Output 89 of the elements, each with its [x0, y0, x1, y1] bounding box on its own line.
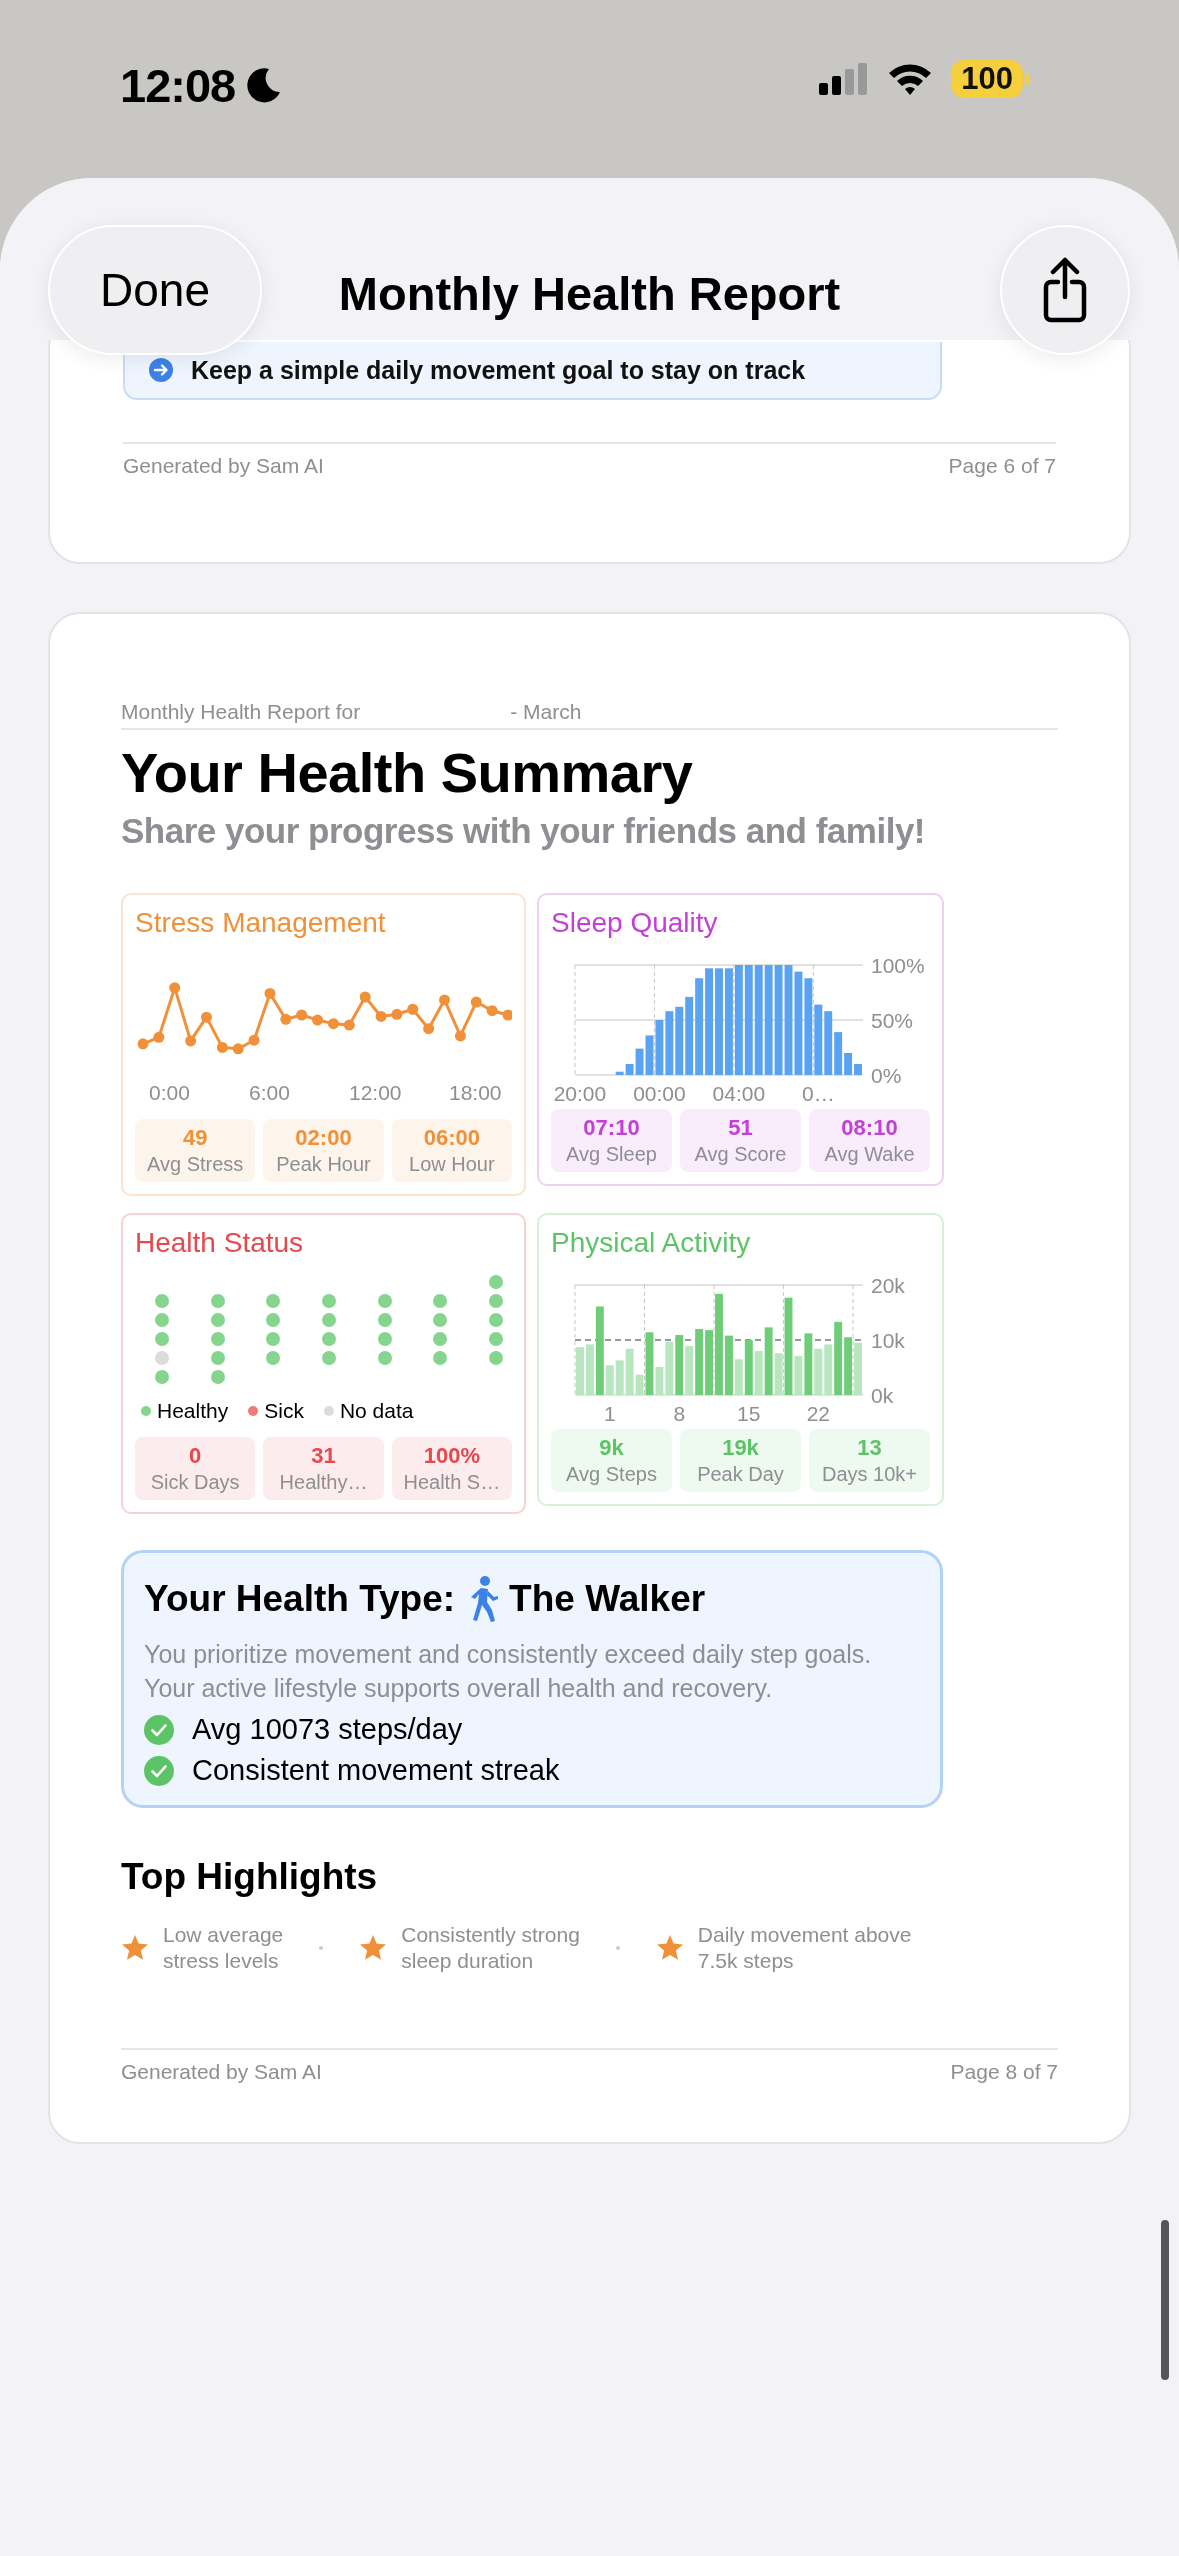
legend-label: No data	[339, 1399, 414, 1423]
axis-label: 50%	[871, 1009, 914, 1032]
stat-label: Avg Wake	[824, 1143, 915, 1166]
clock-time: 12:08	[120, 57, 236, 113]
card-title: Sleep Quality	[551, 907, 718, 939]
stat-label: Avg Steps	[566, 1463, 657, 1486]
summary-title: Your Health Summary	[121, 740, 694, 805]
axis-label: 00:00	[633, 1082, 686, 1105]
sheet-title: Monthly Health Report	[338, 266, 841, 321]
axis-label: 6:00	[249, 1081, 291, 1105]
stat-value: 19k	[722, 1435, 759, 1461]
stat-label: Healthy…	[279, 1471, 368, 1494]
axis-label: 0…	[801, 1082, 835, 1105]
stat-label: Sick Days	[150, 1471, 240, 1494]
star-icon	[359, 1934, 388, 1962]
axis-label: 0:00	[149, 1081, 191, 1105]
highlights-title: Top Highlights	[121, 1856, 379, 1898]
stat-value: 13	[857, 1435, 882, 1461]
separator-dot	[319, 1946, 324, 1950]
stat-value: 08:10	[841, 1115, 898, 1141]
chart-bar	[665, 1011, 674, 1075]
page-number: Page 8 of 7	[950, 2060, 1058, 2084]
stat-label: Avg Score	[694, 1143, 787, 1166]
stat-value: 02:00	[295, 1125, 352, 1151]
stat-label: Days 10k+	[821, 1463, 918, 1486]
card-title: Health Status	[135, 1227, 304, 1259]
legend-label: Healthy	[157, 1399, 229, 1423]
health-point: Consistent movement streak	[192, 1754, 560, 1787]
chart-bar	[814, 1004, 823, 1075]
stat-label: Peak Day	[697, 1463, 784, 1486]
card-title: Physical Activity	[551, 1227, 751, 1259]
star-icon	[121, 1934, 149, 1962]
separator-dot	[615, 1946, 620, 1950]
stat-value: 9k	[599, 1435, 624, 1461]
axis-label: 18:00	[449, 1081, 503, 1105]
axis-label: 0k	[871, 1384, 894, 1407]
chart-bar	[695, 1329, 704, 1395]
axis-label: 15	[737, 1402, 761, 1425]
report-subject: Monthly Health Report for	[121, 700, 361, 724]
summary-subtitle: Share your progress with your friends and family!	[121, 811, 926, 851]
stat-label: Avg Stress	[147, 1153, 244, 1176]
stat-value: 0	[189, 1443, 202, 1469]
stat-value: 31	[311, 1443, 336, 1469]
axis-label: 20:00	[553, 1082, 607, 1105]
card-title: Stress Management	[135, 907, 386, 939]
axis-label: 8	[673, 1402, 686, 1425]
chart-bar	[675, 1006, 684, 1075]
stat-label: Avg Sleep	[566, 1143, 657, 1166]
stat-label: Health S…	[403, 1471, 501, 1494]
stat-value: 06:00	[423, 1125, 480, 1151]
health-point: Avg 10073 steps/day	[192, 1713, 463, 1746]
chart-bar	[675, 1335, 684, 1395]
chart-bar	[685, 1346, 694, 1395]
health-type-name: The Walker	[509, 1578, 706, 1620]
axis-label: 10k	[871, 1329, 905, 1352]
stat-label: Peak Hour	[276, 1153, 371, 1176]
axis-label: 0%	[871, 1064, 902, 1087]
chart-bar	[844, 1337, 853, 1395]
highlight-text: Low average stress levels	[163, 1922, 284, 1974]
signal-icon	[819, 63, 870, 95]
stat-value: 49	[182, 1125, 208, 1151]
health-type-description: You prioritize movement and consistently exceed daily step goals. Your active lifestyle supports overall health and recovery.	[144, 1639, 873, 1704]
stat-value: 07:10	[583, 1115, 640, 1141]
axis-label: 20k	[871, 1274, 905, 1297]
stat-value: 51	[728, 1115, 753, 1141]
star-icon	[655, 1934, 684, 1962]
wifi-icon	[887, 62, 934, 96]
page-number: Page 6 of 7	[948, 454, 1056, 478]
health-type-label: Your Health Type:	[144, 1578, 456, 1620]
check-icon	[144, 1714, 174, 1745]
highlight-text: Consistently strong sleep duration	[401, 1922, 580, 1974]
chart-bar	[615, 1360, 624, 1395]
tip-text: Keep a simple daily movement goal to stay on track	[191, 355, 806, 385]
axis-label: 100%	[871, 954, 925, 977]
check-icon	[144, 1755, 174, 1786]
legend-label: Sick	[264, 1399, 304, 1423]
footer-text: Generated by Sam AI	[121, 2060, 322, 2084]
stat-label: Low Hour	[409, 1153, 495, 1176]
chart-bar	[814, 1348, 823, 1395]
axis-label: 04:00	[712, 1082, 766, 1105]
highlight-text: Daily movement above 7.5k steps	[697, 1922, 912, 1974]
axis-label: 22	[806, 1402, 830, 1425]
axis-label: 12:00	[349, 1081, 403, 1105]
chart-bar	[655, 1020, 664, 1075]
report-month: - March	[510, 700, 582, 724]
axis-label: 1	[603, 1402, 616, 1425]
share-icon	[1043, 257, 1087, 323]
footer-text: Generated by Sam AI	[123, 454, 324, 478]
stat-value: 100%	[423, 1443, 480, 1469]
